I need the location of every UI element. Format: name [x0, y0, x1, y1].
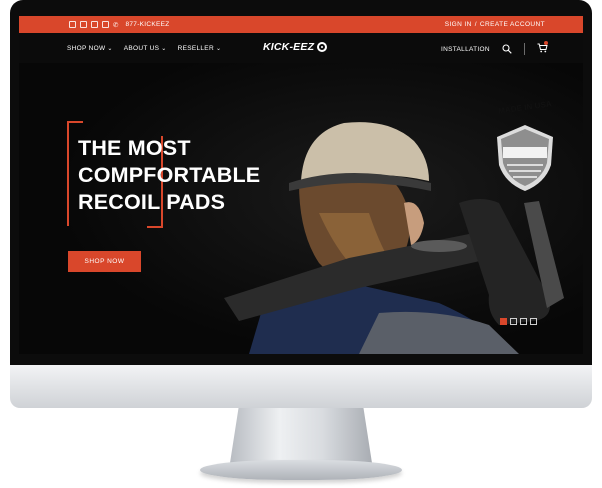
- sign-in-link[interactable]: SIGN IN: [445, 21, 472, 28]
- made-in-usa-badge: MADE IN USA: [493, 76, 557, 146]
- nav-item-about-us[interactable]: ABOUT US ⌄: [124, 45, 167, 52]
- contact-area: ✆ 877-KICKEEZ: [19, 21, 170, 29]
- instagram-icon[interactable]: [80, 21, 87, 28]
- nav-utilities: INSTALLATION: [441, 41, 548, 55]
- slide-dot[interactable]: [530, 318, 537, 325]
- nav-item-reseller[interactable]: RESELLER ⌄: [178, 45, 222, 52]
- monitor-chin: [10, 365, 592, 408]
- chevron-down-icon: ⌄: [215, 45, 222, 52]
- account-links: SIGN IN / CREATE ACCOUNT: [445, 21, 583, 28]
- nav-item-label: RESELLER: [177, 44, 214, 52]
- nav-divider: [523, 43, 525, 55]
- installation-link[interactable]: INSTALLATION: [441, 46, 490, 53]
- linkedin-icon[interactable]: [91, 21, 98, 28]
- headline-line: COMPFORTABLE: [78, 163, 261, 187]
- site-logo[interactable]: KICK-EEZ: [263, 41, 328, 53]
- search-icon[interactable]: [502, 44, 512, 54]
- slide-dot[interactable]: [520, 318, 527, 325]
- monitor-stand-base: [200, 460, 402, 480]
- chevron-down-icon: ⌄: [161, 45, 167, 52]
- shop-now-button[interactable]: SHOP NOW: [68, 251, 141, 272]
- phone-icon: ✆: [113, 21, 119, 29]
- nav-item-label: ABOUT US: [123, 44, 160, 52]
- link-separator: /: [474, 21, 477, 28]
- slide-dot[interactable]: [500, 318, 507, 325]
- cart-button[interactable]: [537, 41, 548, 55]
- main-navigation: SHOP NOW ⌄ ABOUT US ⌄ RESELLER ⌄ KICK-EE…: [19, 33, 583, 63]
- twitter-icon[interactable]: [102, 21, 109, 28]
- badge-label: MADE IN USA: [497, 99, 553, 116]
- nav-item-label: SHOP NOW: [67, 44, 106, 52]
- logo-text: KICK-EEZ: [263, 41, 315, 53]
- facebook-icon[interactable]: [69, 21, 76, 28]
- slide-dot[interactable]: [510, 318, 517, 325]
- headline-line: RECOIL PADS: [78, 190, 226, 214]
- phone-number[interactable]: 877-KICKEEZ: [125, 21, 169, 28]
- target-icon: [317, 42, 328, 52]
- nav-menu: SHOP NOW ⌄ ABOUT US ⌄ RESELLER ⌄: [67, 45, 221, 52]
- nav-item-shop-now[interactable]: SHOP NOW ⌄: [67, 45, 113, 52]
- website-screen: MADE IN USA ✆ 877-KICKEEZ SIGN IN / CREA…: [19, 16, 583, 354]
- utility-bar: ✆ 877-KICKEEZ SIGN IN / CREATE ACCOUNT: [19, 16, 583, 33]
- slider-pagination: [500, 318, 537, 325]
- cart-badge: [543, 41, 548, 45]
- chevron-down-icon: ⌄: [107, 45, 113, 52]
- headline-line: THE MOST: [78, 136, 191, 160]
- create-account-link[interactable]: CREATE ACCOUNT: [480, 21, 545, 28]
- monitor-stand-neck: [230, 408, 372, 463]
- hero-headline: THE MOST COMPFORTABLE RECOIL PADS: [78, 135, 260, 216]
